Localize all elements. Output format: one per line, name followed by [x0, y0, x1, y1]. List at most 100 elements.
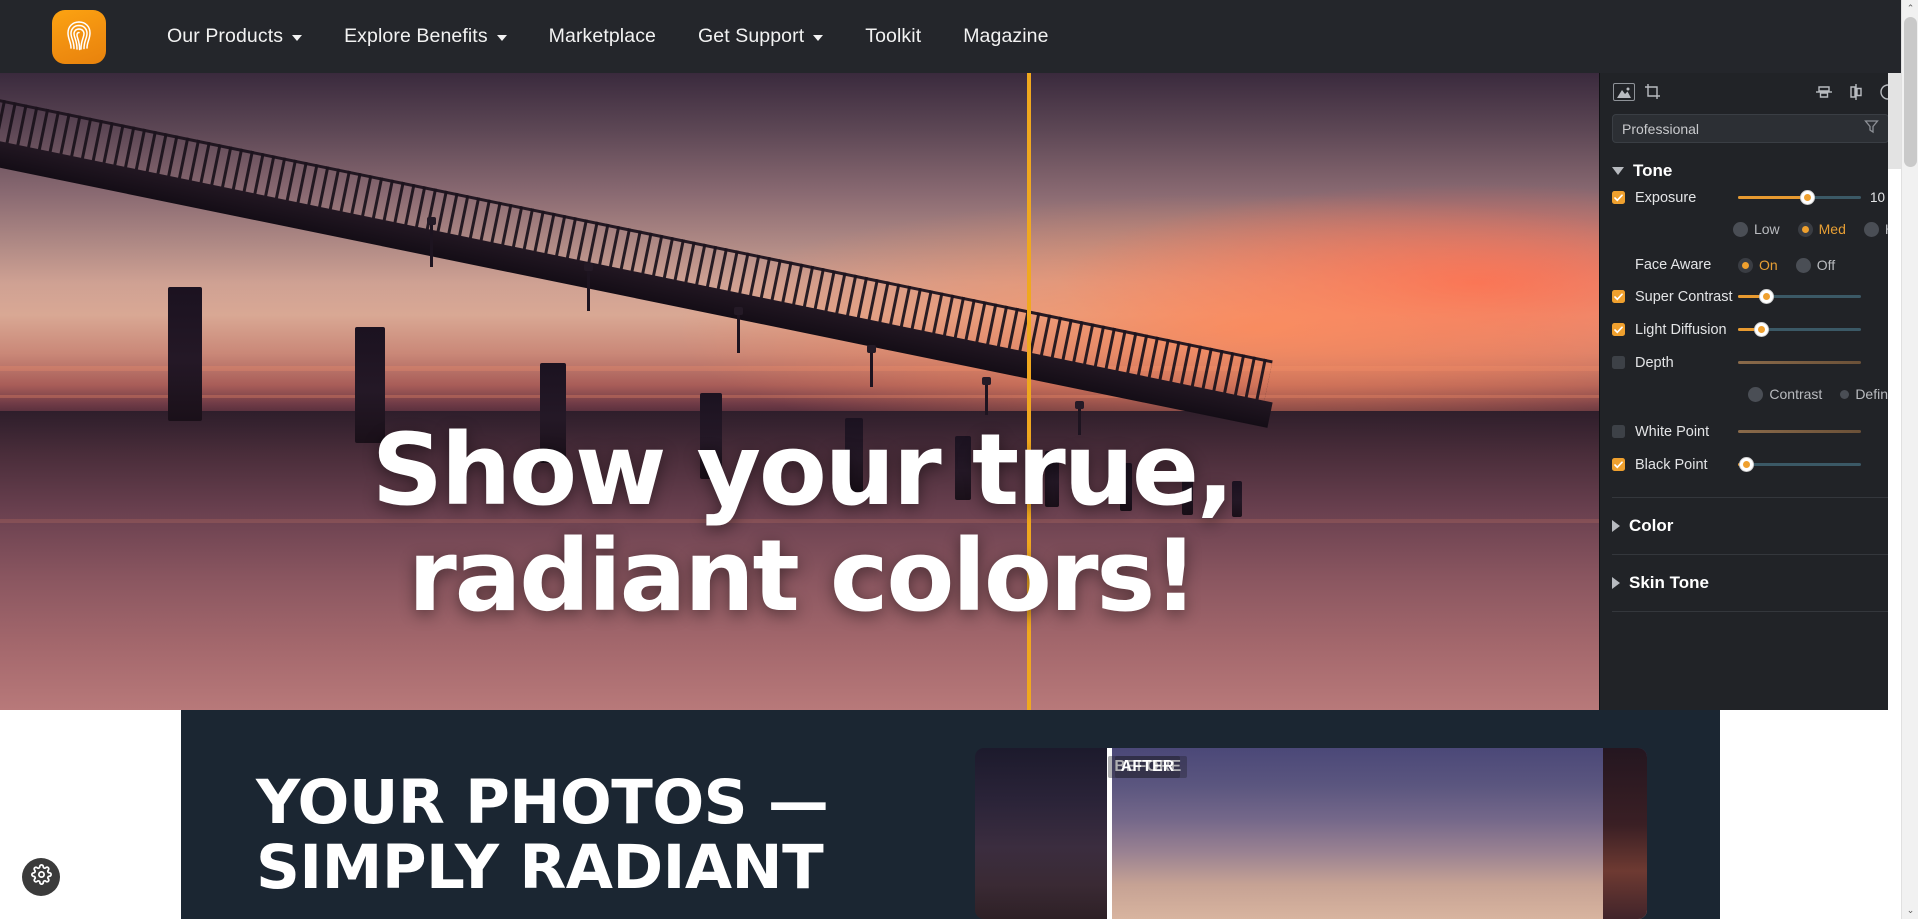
- control-row-exposure: Exposure 10: [1600, 181, 1901, 214]
- top-navigation-bar: Our Products Explore Benefits Marketplac…: [0, 0, 1901, 73]
- depth-label: Depth: [1635, 354, 1674, 371]
- group-header-skin-tone[interactable]: Skin Tone: [1600, 555, 1901, 611]
- chevron-down-icon: [292, 35, 303, 41]
- super-contrast-checkbox[interactable]: [1612, 290, 1625, 303]
- super-contrast-label: Super Contrast: [1635, 288, 1733, 305]
- radio-label: On: [1759, 257, 1778, 273]
- radio-definition[interactable]: Definit: [1840, 386, 1895, 402]
- black-point-slider[interactable]: [1738, 457, 1861, 473]
- nav-item-label: Explore Benefits: [344, 25, 488, 47]
- nav-item-label: Magazine: [963, 25, 1049, 47]
- exposure-strength-radios: Low Med H: [1600, 214, 1901, 244]
- lower-page-section: YOUR PHOTOS — SIMPLY RADIANT BEFORE AFTE…: [0, 710, 1901, 919]
- crop-icon[interactable]: [1639, 79, 1667, 105]
- panel-divider: [1612, 611, 1889, 612]
- hero-editor-canvas: Show your true, radiant colors!: [0, 73, 1604, 710]
- control-row-white-point: White Point: [1600, 415, 1901, 448]
- compare-split-vertical-icon[interactable]: [1842, 79, 1870, 105]
- site-logo[interactable]: [52, 9, 106, 64]
- gear-icon: [30, 864, 52, 890]
- slider-knob[interactable]: [1759, 289, 1775, 304]
- radio-face-aware-on[interactable]: On: [1738, 257, 1778, 273]
- settings-gear-button[interactable]: [22, 858, 60, 896]
- after-image: [1106, 748, 1647, 919]
- nav-item-magazine[interactable]: Magazine: [942, 0, 1069, 73]
- hero-headline: Show your true, radiant colors!: [0, 418, 1604, 630]
- depth-mode-radios: Contrast Definit: [1600, 379, 1901, 409]
- page-scrollbar-thumb[interactable]: [1904, 17, 1917, 167]
- after-label: AFTER: [1114, 756, 1181, 778]
- radio-label: Med: [1818, 221, 1846, 237]
- radio-low[interactable]: Low: [1732, 221, 1780, 237]
- chevron-down-icon: [813, 35, 824, 41]
- radio-med[interactable]: Med: [1797, 221, 1846, 237]
- panel-scrollbar-thumb[interactable]: [1888, 73, 1901, 169]
- nav-item-label: Get Support: [697, 25, 805, 47]
- slider-knob[interactable]: [1739, 457, 1755, 472]
- hero-headline-line-2: radiant colors!: [407, 518, 1198, 634]
- bridge-lamp: [867, 345, 876, 387]
- light-diffusion-checkbox[interactable]: [1612, 323, 1625, 336]
- features-heading: YOUR PHOTOS — SIMPLY RADIANT: [256, 767, 829, 901]
- group-title: Color: [1629, 516, 1674, 535]
- nav-item-get-support[interactable]: Get Support: [677, 0, 844, 73]
- nav-item-marketplace[interactable]: Marketplace: [528, 0, 677, 73]
- slider-knob[interactable]: [1754, 322, 1770, 337]
- group-title: Tone: [1633, 161, 1673, 180]
- radio-dot: [1732, 221, 1748, 237]
- control-row-face-aware: Face Aware On Off: [1600, 250, 1901, 280]
- radio-dot: [1748, 386, 1764, 402]
- control-row-depth: Depth: [1600, 346, 1901, 379]
- light-diffusion-slider[interactable]: [1738, 322, 1861, 338]
- scrollbar-down-arrow[interactable]: ⌄: [1902, 902, 1918, 919]
- slider-fill: [1738, 196, 1807, 199]
- slider-track: [1738, 361, 1861, 364]
- bridge-lamp: [982, 377, 991, 415]
- group-header-tone[interactable]: Tone: [1612, 161, 1901, 181]
- slider-track: [1738, 463, 1861, 466]
- bridge-pylon: [168, 287, 202, 421]
- hero-photo-cloud-band: [0, 366, 1604, 372]
- chevron-right-icon: [1612, 520, 1620, 532]
- panel-scrollbar[interactable]: [1888, 73, 1901, 710]
- page-scrollbar[interactable]: ⌃ ⌄: [1901, 0, 1918, 919]
- radio-face-aware-off[interactable]: Off: [1795, 257, 1836, 273]
- nav-links: Our Products Explore Benefits Marketplac…: [146, 0, 1070, 73]
- exposure-checkbox[interactable]: [1612, 191, 1625, 204]
- depth-checkbox[interactable]: [1612, 356, 1625, 369]
- black-point-checkbox[interactable]: [1612, 458, 1625, 471]
- nav-item-label: Toolkit: [865, 25, 922, 47]
- black-point-label: Black Point: [1635, 456, 1708, 473]
- nav-item-explore-benefits[interactable]: Explore Benefits: [323, 0, 528, 73]
- chevron-down-icon: [496, 35, 507, 41]
- features-heading-line-1: YOUR PHOTOS —: [256, 767, 829, 838]
- depth-slider[interactable]: [1738, 355, 1861, 371]
- group-header-color[interactable]: Color: [1600, 498, 1901, 554]
- nav-item-our-products[interactable]: Our Products: [146, 0, 323, 73]
- before-after-comparison-card[interactable]: BEFORE AFTER: [975, 748, 1647, 919]
- white-point-checkbox[interactable]: [1612, 425, 1625, 438]
- chevron-down-icon: [1612, 167, 1624, 175]
- radio-label: Off: [1816, 257, 1836, 273]
- scrollbar-up-arrow[interactable]: ⌃: [1902, 0, 1918, 17]
- after-image-edge-strip: [1603, 748, 1647, 919]
- hero-photo-cloud-band: [0, 394, 1604, 398]
- features-dark-band: YOUR PHOTOS — SIMPLY RADIANT BEFORE AFTE…: [181, 710, 1720, 919]
- exposure-label: Exposure: [1635, 189, 1697, 206]
- preset-selector[interactable]: Professional: [1612, 114, 1889, 143]
- bridge-lamp: [734, 307, 743, 353]
- nav-item-label: Marketplace: [548, 25, 656, 47]
- slider-knob[interactable]: [1799, 190, 1815, 205]
- radio-dot: [1863, 221, 1879, 237]
- radio-contrast[interactable]: Contrast: [1748, 386, 1822, 402]
- photo-editor-panel: Professional Tone Exposure 10 Low Med Fa…: [1599, 73, 1901, 710]
- exposure-slider[interactable]: [1738, 190, 1861, 206]
- image-icon[interactable]: [1613, 83, 1635, 101]
- compare-split-horizontal-icon[interactable]: [1810, 79, 1838, 105]
- nav-item-toolkit[interactable]: Toolkit: [844, 0, 942, 73]
- filter-funnel-icon[interactable]: [1864, 119, 1879, 138]
- white-point-slider[interactable]: [1738, 424, 1861, 440]
- radio-dot: [1795, 257, 1811, 273]
- group-title: Skin Tone: [1629, 573, 1709, 592]
- super-contrast-slider[interactable]: [1738, 289, 1861, 305]
